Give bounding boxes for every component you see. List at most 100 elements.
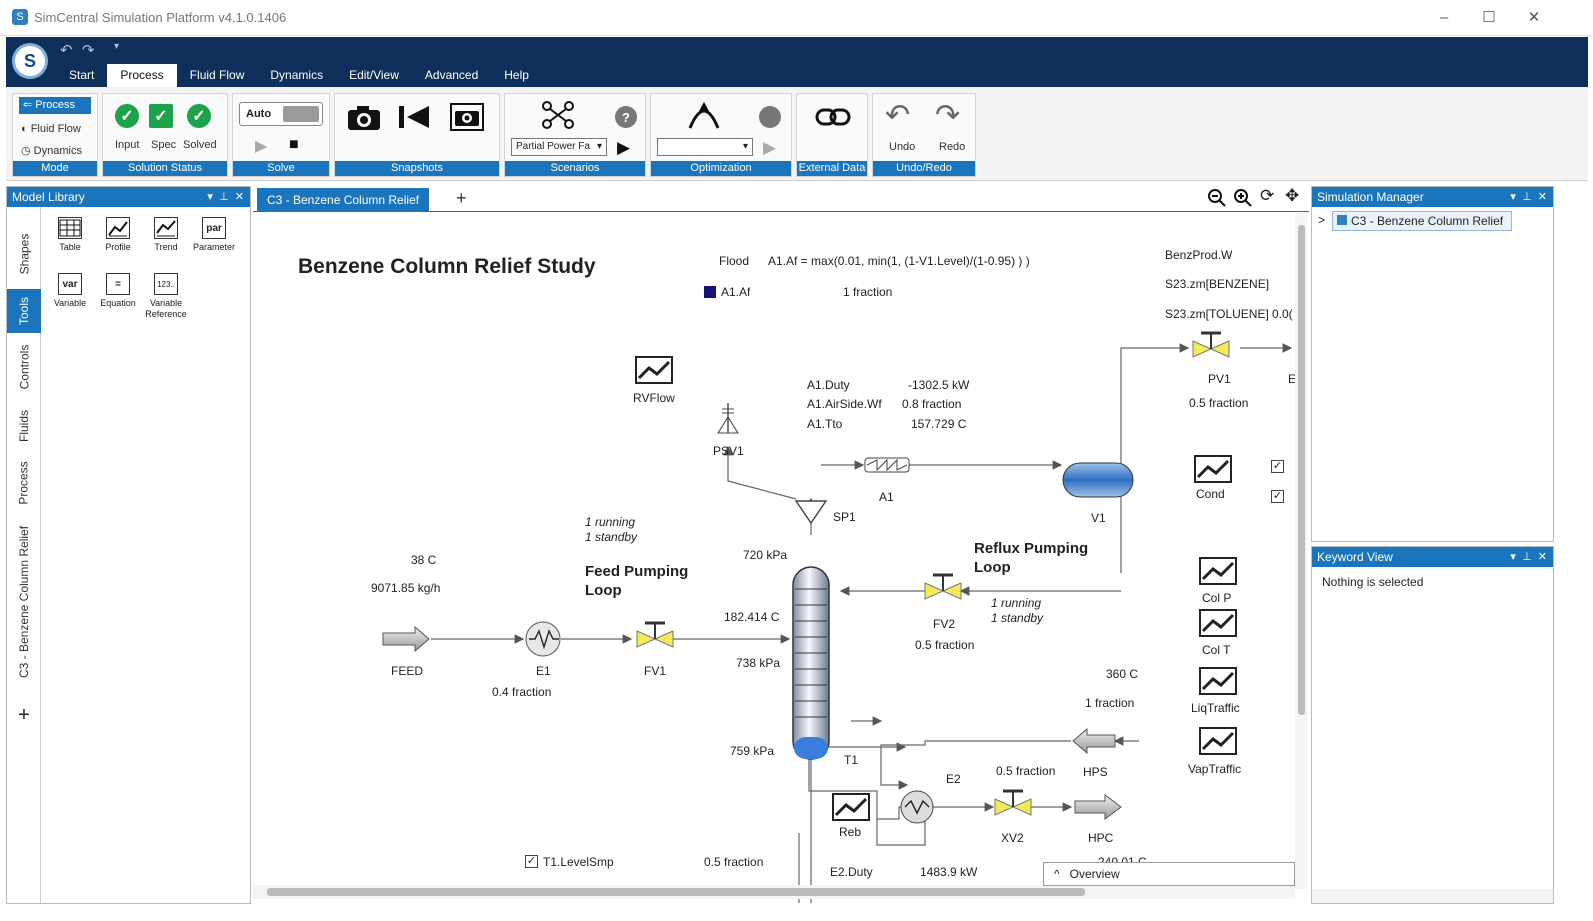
pv1-label[interactable]: PV1 <box>1208 372 1231 386</box>
play-icon[interactable]: ▶ <box>255 136 267 156</box>
add-library-tab-button[interactable]: + <box>7 703 41 727</box>
scenario-tree-icon[interactable] <box>541 100 575 130</box>
zoom-in-icon[interactable] <box>1233 188 1253 208</box>
tab-fluid-flow[interactable]: Fluid Flow <box>177 64 258 87</box>
tab-help[interactable]: Help <box>491 64 542 87</box>
close-icon[interactable]: ✕ <box>1538 191 1547 203</box>
stop-icon[interactable]: ■ <box>289 136 299 154</box>
tab-tools[interactable]: Tools <box>7 289 41 333</box>
solved-check-icon[interactable]: ✓ <box>187 104 211 128</box>
vertical-scroll-thumb[interactable] <box>1298 225 1305 715</box>
col-p-trend-icon[interactable] <box>1199 557 1237 585</box>
restore-snapshot-icon[interactable] <box>397 104 431 130</box>
tree-expander-icon[interactable]: > <box>1318 213 1325 227</box>
keyword-view-scrollbar[interactable] <box>1312 889 1553 903</box>
panel-menu-icon[interactable]: ▾ <box>1510 551 1516 563</box>
panel-menu-icon[interactable]: ▾ <box>207 191 213 203</box>
tab-process[interactable]: Process <box>7 455 41 511</box>
vap-traffic-trend-icon[interactable] <box>1199 727 1237 755</box>
pin-icon[interactable]: ⊥ <box>1522 551 1532 563</box>
sp1-label[interactable]: SP1 <box>833 510 856 524</box>
scenario-help-icon[interactable]: ? <box>615 106 637 128</box>
rvflow-trend-icon[interactable] <box>635 356 673 384</box>
scenario-dropdown[interactable]: Partial Power Fa ▾ <box>511 138 607 156</box>
v1-label[interactable]: V1 <box>1091 511 1106 525</box>
scenarios-group-label: Scenarios <box>505 161 645 176</box>
snapshot-manager-icon[interactable] <box>449 102 485 132</box>
tab-start[interactable]: Start <box>56 64 107 87</box>
horizontal-scroll-thumb[interactable] <box>267 888 1085 896</box>
zoom-out-icon[interactable] <box>1207 188 1227 208</box>
link-icon[interactable] <box>815 106 851 128</box>
add-document-tab-button[interactable]: + <box>456 188 467 209</box>
cond-trend-icon[interactable] <box>1194 455 1232 483</box>
pan-icon[interactable]: ✥ <box>1285 186 1299 206</box>
redo-icon[interactable]: ↷ <box>935 98 960 133</box>
tab-dynamics[interactable]: Dynamics <box>257 64 336 87</box>
app-menu-logo[interactable]: S <box>12 43 48 79</box>
tab-controls[interactable]: Controls <box>7 337 41 397</box>
overview-toggle[interactable]: ^ Overview <box>1043 862 1295 886</box>
close-icon[interactable]: ✕ <box>235 191 244 203</box>
tab-fluids[interactable]: Fluids <box>7 403 41 449</box>
cond-checkbox-1[interactable]: ✓ <box>1271 460 1284 473</box>
undo-icon[interactable]: ↶ <box>885 98 910 133</box>
redo-quick-icon[interactable]: ↷ <box>82 41 95 59</box>
tool-trend[interactable]: Trend <box>140 217 192 253</box>
maximize-button[interactable]: ☐ <box>1469 6 1509 30</box>
fv1-label[interactable]: FV1 <box>644 664 666 678</box>
minimize-button[interactable]: – <box>1424 6 1464 30</box>
hpc-label[interactable]: HPC <box>1088 831 1113 845</box>
pin-icon[interactable]: ⊥ <box>1522 191 1532 203</box>
a1-af-label[interactable]: A1.Af <box>721 285 750 299</box>
e2-label[interactable]: E2 <box>946 772 961 786</box>
fv2-label[interactable]: FV2 <box>933 617 955 631</box>
tab-edit-view[interactable]: Edit/View <box>336 64 412 87</box>
xv2-label[interactable]: XV2 <box>1001 831 1024 845</box>
tool-equation[interactable]: = Equation <box>92 273 144 309</box>
flowsheet-canvas[interactable]: ✓ ✓ ✓ Benzene Column Relief Study Flood … <box>253 213 1309 903</box>
optimization-dropdown[interactable]: ▾ <box>657 138 753 156</box>
tool-profile[interactable]: Profile <box>92 217 144 253</box>
run-scenario-icon[interactable]: ▶ <box>617 138 630 158</box>
customize-quick-icon[interactable]: ▾ <box>114 41 119 52</box>
hps-label[interactable]: HPS <box>1083 765 1108 779</box>
input-check-icon[interactable]: ✓ <box>115 104 139 128</box>
camera-icon[interactable] <box>347 104 381 132</box>
e1-label[interactable]: E1 <box>536 664 551 678</box>
pin-icon[interactable]: ⊥ <box>219 191 229 203</box>
liq-traffic-trend-icon[interactable] <box>1199 667 1237 695</box>
tab-c3-benzene-column-relief[interactable]: C3 - Benzene Column Relief <box>257 188 430 212</box>
tool-table[interactable]: Table <box>44 217 96 253</box>
tab-shapes[interactable]: Shapes <box>7 227 41 281</box>
mode-dynamics-button[interactable]: ◷ Dynamics <box>21 144 82 157</box>
canvas-vertical-scrollbar[interactable] <box>1295 213 1307 889</box>
auto-solve-toggle[interactable]: Auto <box>239 102 323 126</box>
tab-advanced[interactable]: Advanced <box>412 64 491 87</box>
undo-quick-icon[interactable]: ↶ <box>60 41 73 59</box>
tab-process[interactable]: Process <box>107 64 177 87</box>
tab-c3-benzene[interactable]: C3 - Benzene Column Relief <box>7 519 41 685</box>
refresh-icon[interactable]: ⟳ <box>1260 186 1274 206</box>
tool-variable[interactable]: var Variable <box>44 273 96 309</box>
cond-checkbox-2[interactable]: ✓ <box>1271 490 1284 503</box>
optimize-peak-icon[interactable] <box>687 100 721 130</box>
tool-variable-reference[interactable]: 123.. Variable Reference <box>140 273 192 320</box>
t1-levelsmp-checkbox[interactable]: ✓ <box>525 855 538 868</box>
reb-trend-icon[interactable] <box>832 793 870 821</box>
t1-label[interactable]: T1 <box>844 753 858 767</box>
mode-fluid-flow-button[interactable]: ◐ Fluid Flow <box>21 123 81 135</box>
mode-process-button[interactable]: ⇐ Process <box>19 97 91 114</box>
canvas-horizontal-scrollbar[interactable] <box>253 885 1295 899</box>
run-optimization-icon[interactable]: ▶ <box>763 138 776 158</box>
a1-label[interactable]: A1 <box>879 490 894 504</box>
simulation-tree-item[interactable]: C3 - Benzene Column Relief <box>1332 211 1512 231</box>
panel-menu-icon[interactable]: ▾ <box>1510 191 1516 203</box>
col-t-trend-icon[interactable] <box>1199 609 1237 637</box>
tool-parameter[interactable]: par Parameter <box>188 217 240 253</box>
close-icon[interactable]: ✕ <box>1538 551 1547 563</box>
close-button[interactable]: ✕ <box>1514 6 1554 30</box>
spec-check-icon[interactable]: ✓ <box>149 104 173 128</box>
psv1-label[interactable]: PSV1 <box>713 444 744 458</box>
feed-label[interactable]: FEED <box>391 664 423 678</box>
